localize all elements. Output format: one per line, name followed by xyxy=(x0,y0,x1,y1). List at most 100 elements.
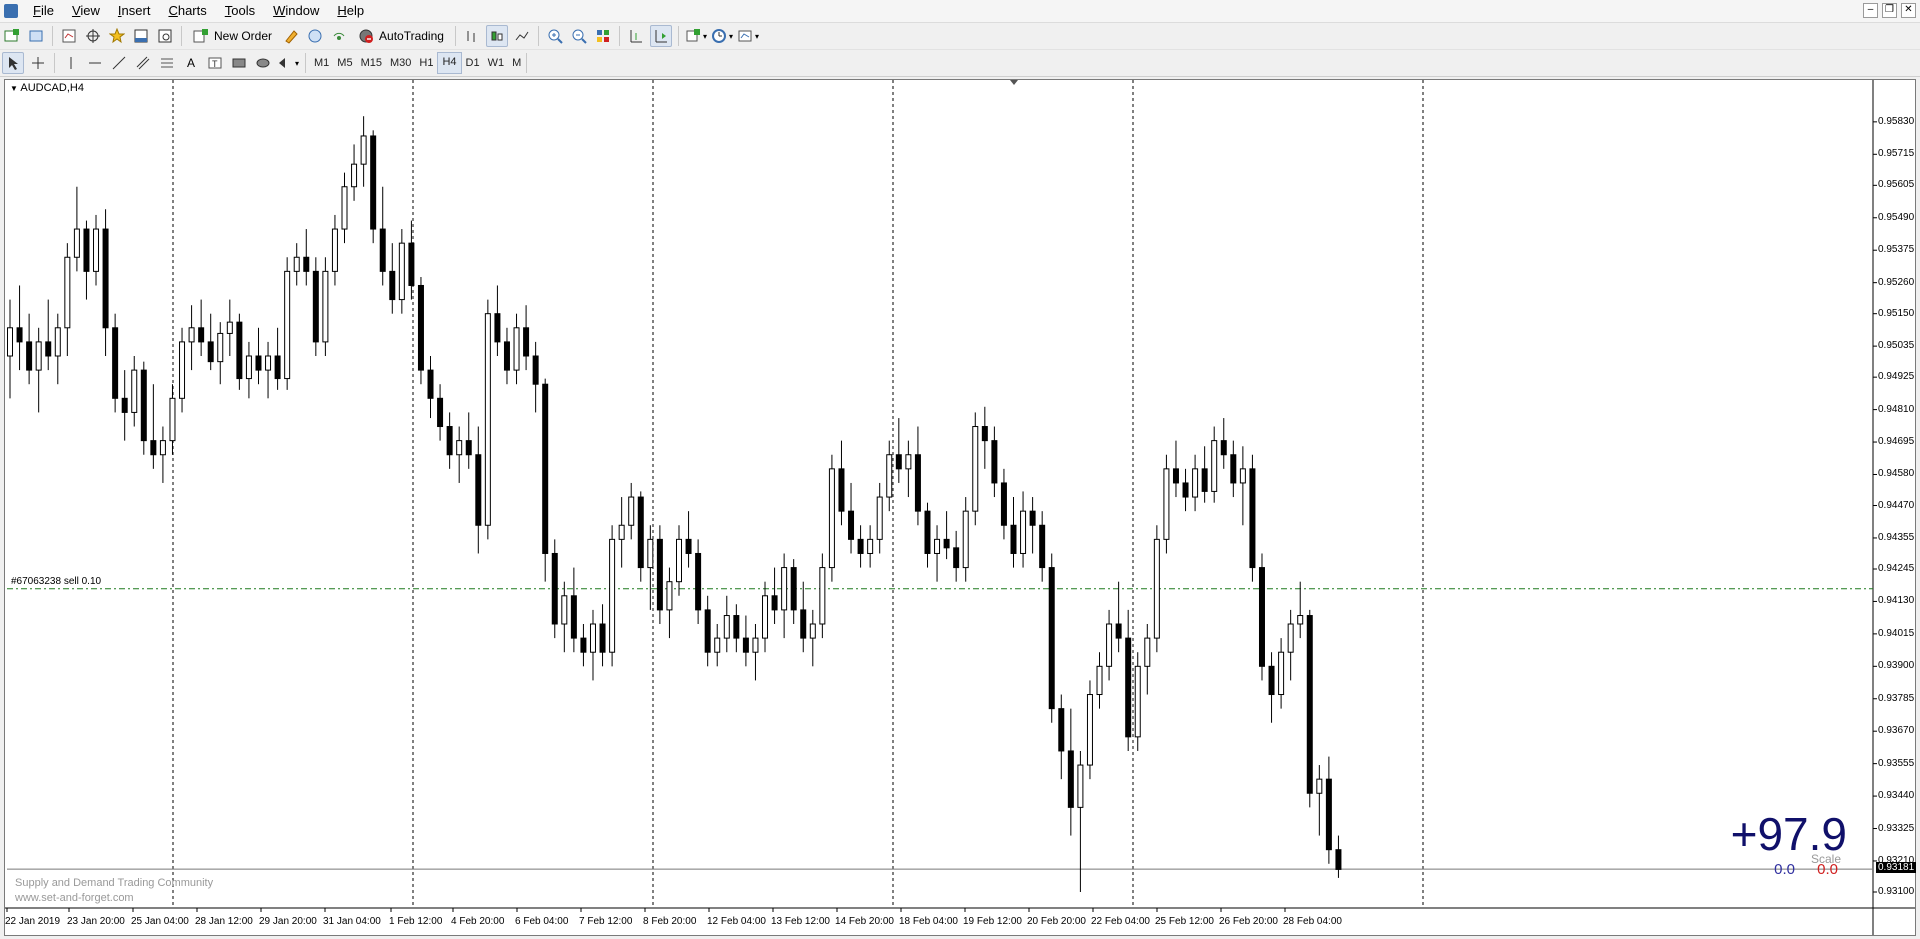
toolbar-separator xyxy=(54,53,55,73)
line-chart-button[interactable] xyxy=(512,26,532,46)
candle-body xyxy=(217,332,224,363)
new-order-button[interactable]: New Order xyxy=(188,26,277,46)
candle-body xyxy=(551,552,558,625)
terminal-button[interactable] xyxy=(131,26,151,46)
current-price-label: 0.93181 xyxy=(1876,862,1917,874)
vertical-line-button[interactable] xyxy=(61,53,81,73)
price-tick-label: 0.93440 xyxy=(1878,790,1915,802)
indicators-button[interactable]: ▾ xyxy=(685,26,707,46)
toolbar-separator xyxy=(52,26,53,46)
candle-body xyxy=(159,440,166,456)
navigator-button[interactable] xyxy=(107,26,127,46)
timeframe-m30[interactable]: M30 xyxy=(386,53,415,73)
menu-help[interactable]: Help xyxy=(328,0,373,22)
time-tick-label: 25 Feb 12:00 xyxy=(1155,916,1214,927)
new-chart-button[interactable] xyxy=(2,26,22,46)
rectangle-button[interactable] xyxy=(229,53,249,73)
menu-window[interactable]: Window xyxy=(264,0,328,22)
candle-body xyxy=(676,538,682,583)
close-button[interactable]: ✕ xyxy=(1901,3,1916,18)
menu-tools[interactable]: Tools xyxy=(216,0,264,22)
cursor-button[interactable] xyxy=(2,52,24,74)
candle-body xyxy=(102,228,109,329)
minimize-button[interactable]: – xyxy=(1863,3,1878,18)
time-tick-label: 28 Jan 12:00 xyxy=(195,916,253,927)
price-chart[interactable] xyxy=(5,80,1915,935)
timeframe-mn[interactable]: MN xyxy=(508,53,522,73)
candle-body xyxy=(303,256,310,272)
autotrading-icon xyxy=(359,29,374,43)
horizontal-line-button[interactable] xyxy=(85,53,105,73)
candlestick-button[interactable] xyxy=(485,25,508,47)
trendline-button[interactable] xyxy=(109,53,129,73)
profiles-button[interactable] xyxy=(26,26,46,46)
menu-view[interactable]: View xyxy=(63,0,109,22)
chart-menu-icon[interactable]: ▼ xyxy=(10,84,18,93)
price-tick-label: 0.94245 xyxy=(1878,562,1915,574)
timeframe-m1[interactable]: M1 xyxy=(310,53,333,73)
time-tick-label: 14 Feb 20:00 xyxy=(835,916,894,927)
time-tick-label: 22 Jan 2019 xyxy=(5,916,61,927)
bar-chart-button[interactable] xyxy=(462,26,482,46)
candle-body xyxy=(207,341,214,363)
metaeditor-button[interactable] xyxy=(281,26,301,46)
strategy-tester-button[interactable] xyxy=(155,26,175,46)
time-tick-label: 7 Feb 12:00 xyxy=(579,916,633,927)
data-window-button[interactable] xyxy=(83,26,103,46)
candle-body xyxy=(914,454,921,512)
candle-body xyxy=(647,538,654,569)
candle-body xyxy=(1335,849,1342,870)
text-label-button[interactable]: T xyxy=(205,53,225,73)
chart-shift-button[interactable] xyxy=(626,26,646,46)
market-watch-button[interactable] xyxy=(59,26,79,46)
candle-body xyxy=(150,440,157,456)
crosshair-button[interactable] xyxy=(28,53,48,73)
text-tool-icon: A xyxy=(186,56,195,70)
price-tick-label: 0.94810 xyxy=(1878,403,1915,415)
arrows-button[interactable]: ▾ xyxy=(277,53,299,73)
ellipse-button[interactable] xyxy=(253,53,273,73)
candle-body xyxy=(848,510,855,540)
candle-body xyxy=(360,135,367,165)
zoom-in-button[interactable] xyxy=(545,26,565,46)
candle-body xyxy=(1039,524,1046,569)
candle-body xyxy=(876,496,883,540)
timeframe-m15[interactable]: M15 xyxy=(357,53,386,73)
star-folder-icon xyxy=(109,28,125,44)
price-tick-label: 0.95830 xyxy=(1878,115,1915,127)
equidistant-channel-button[interactable] xyxy=(133,53,153,73)
restore-button[interactable]: ❐ xyxy=(1882,3,1897,18)
zoom-in-icon xyxy=(548,29,563,44)
candle-body xyxy=(83,228,90,272)
auto-scroll-button[interactable] xyxy=(649,25,672,47)
menu-file[interactable]: File xyxy=(24,0,63,22)
periods-button[interactable]: ▾ xyxy=(711,26,733,46)
time-tick-label: 28 Feb 04:00 xyxy=(1283,916,1342,927)
standard-toolbar: New Order AutoTrading ▾ ▾ ▾ xyxy=(0,23,1920,67)
candle-body xyxy=(351,163,358,188)
candle-body xyxy=(1239,468,1246,484)
chart-window[interactable]: ▼ AUDCAD,H4 #67063238 sell 0.10 0.95830 0… xyxy=(4,79,1917,936)
text-button[interactable]: A xyxy=(181,53,201,73)
time-tick-label: 26 Feb 20:00 xyxy=(1219,916,1278,927)
tile-windows-button[interactable] xyxy=(593,26,613,46)
autotrading-button[interactable]: AutoTrading xyxy=(353,26,449,46)
mql5-button[interactable] xyxy=(329,26,349,46)
price-tick-label: 0.94130 xyxy=(1878,595,1915,607)
fibonacci-button[interactable] xyxy=(157,53,177,73)
timeframe-w1[interactable]: W1 xyxy=(484,53,509,73)
templates-button[interactable]: ▾ xyxy=(737,26,759,46)
chart-shift-icon xyxy=(630,30,642,43)
candle-body xyxy=(1230,454,1237,484)
candle-body xyxy=(1201,468,1208,492)
menu-charts[interactable]: Charts xyxy=(159,0,215,22)
time-tick-label: 29 Jan 20:00 xyxy=(259,916,317,927)
zoom-out-button[interactable] xyxy=(569,26,589,46)
timeframe-h1[interactable]: H1 xyxy=(415,53,437,73)
candle-body xyxy=(1172,468,1179,484)
timeframe-d1[interactable]: D1 xyxy=(462,53,484,73)
signals-button[interactable] xyxy=(305,26,325,46)
timeframe-h4[interactable]: H4 xyxy=(437,52,462,74)
menu-insert[interactable]: Insert xyxy=(109,0,160,22)
timeframe-m5[interactable]: M5 xyxy=(333,53,356,73)
